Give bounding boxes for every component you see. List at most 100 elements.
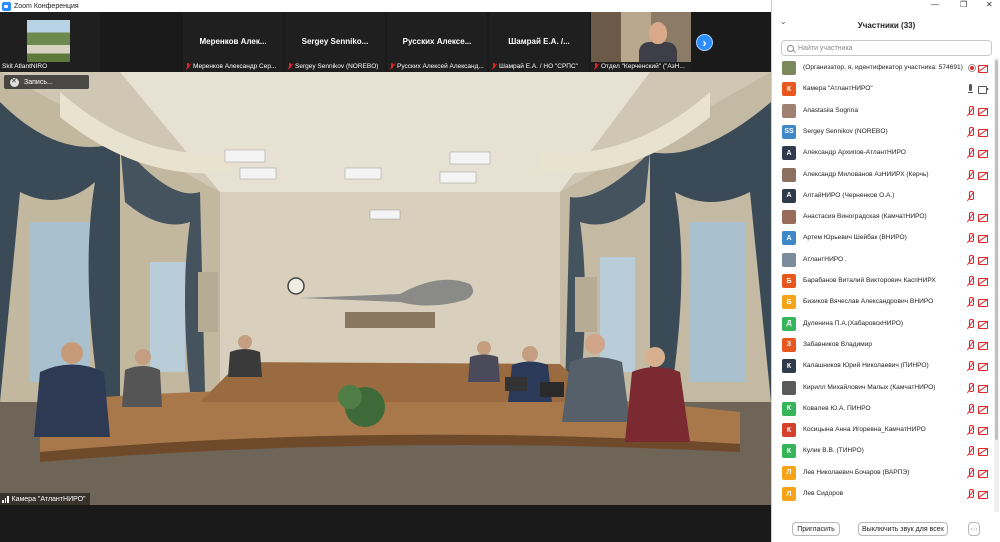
participant-row[interactable]: Anastasiia Sogrina [772, 101, 992, 122]
participant-row[interactable]: К Косицына Анна Игоревна_КамчатНИРО [772, 420, 992, 441]
window-titlebar: Zoom Конференция [0, 0, 771, 12]
video-tile[interactable]: Русских Алексе... Русских Алексей Алекса… [387, 12, 487, 72]
participant-video-thumbnail [591, 12, 691, 62]
mic-muted-icon [965, 297, 976, 307]
participant-name: (Организатор, я, идентификатор участника… [803, 64, 963, 71]
video-off-icon [978, 319, 989, 329]
video-tile[interactable]: Отдел "Керченский" ("АзН... [591, 12, 691, 72]
mic-muted-icon [965, 233, 976, 243]
participant-avatar [782, 103, 796, 118]
video-tile[interactable]: Меренков Алек... Меренков Александр Сер.… [183, 12, 283, 72]
participant-row[interactable]: А АлтайНИРО (Черненков О.А.) [772, 186, 992, 207]
participant-name: Лев Сидоров [803, 490, 844, 497]
participant-row[interactable]: К Калашников Юрий Николаевич (ПИНРО) [772, 356, 992, 377]
recording-indicator[interactable]: Запись... [4, 75, 89, 89]
participant-row[interactable]: Кирилл Михайлович Малых (КамчатНИРО) [772, 378, 992, 399]
participant-search-input[interactable] [798, 44, 978, 52]
participant-name: Александр Милованов АзНИИРХ (Керчь) [803, 170, 929, 178]
participant-name: Косицына Анна Игоревна_КамчатНИРО [803, 426, 926, 434]
mic-muted-icon [389, 63, 395, 70]
mic-muted-icon [491, 63, 497, 70]
participant-row[interactable]: К Кулик В.В. (ТИНРО) [772, 441, 992, 462]
participant-avatar: Л [782, 465, 796, 480]
video-off-icon [978, 468, 989, 478]
participant-video-thumbnail [27, 20, 70, 62]
participant-row[interactable]: А Александр Архипов-АтлантНИРО [772, 143, 992, 164]
participant-name: АлтайНИРО (Черненков О.А.) [803, 191, 895, 199]
participant-avatar: SS [782, 124, 796, 139]
mic-muted-icon [965, 489, 976, 499]
video-off-icon [978, 255, 989, 265]
video-off-icon [978, 63, 989, 73]
participant-row[interactable]: Александр Милованов АзНИИРХ (Керчь) [772, 165, 992, 186]
participant-avatar [782, 167, 796, 182]
video-tile[interactable]: Шамрай Е.А. /... Шамрай Е.А. / НО "СРПС" [489, 12, 589, 72]
participants-list: (Организатор, я, идентификатор участника… [772, 58, 1000, 512]
video-off-icon [978, 148, 989, 159]
video-off-icon [978, 340, 989, 350]
participant-avatar [782, 252, 796, 267]
participant-search-box[interactable] [781, 40, 992, 56]
video-tile[interactable]: Skit AtlantNIRO [0, 12, 100, 72]
minimize-window-icon[interactable]: — [931, 0, 939, 12]
participant-name: Anastasiia Sogrina [803, 106, 858, 114]
participant-row[interactable]: Д Дуленина П.А.(ХабаровскНИРО) [772, 314, 992, 335]
speaker-name-label: Камера "АтлантНИРО" [0, 493, 90, 505]
participant-row[interactable]: К Камера "АтлантНИРО" [772, 79, 992, 100]
stop-recording-icon[interactable] [10, 77, 19, 87]
participant-name: Анастасия Виноградская (КамчатНИРО) [803, 213, 927, 221]
tile-center-name: Меренков Алек... [199, 37, 267, 46]
mic-muted-icon [965, 425, 976, 435]
participant-row[interactable]: (Организатор, я, идентификатор участника… [772, 58, 992, 79]
next-page-arrow-icon[interactable]: › [696, 34, 713, 51]
video-tile[interactable]: Sergey Senniko... Sergey Sennikov (NOREB… [285, 12, 385, 72]
participant-row[interactable]: Анастасия Виноградская (КамчатНИРО) [772, 207, 992, 228]
tile-name-label: Отдел "Керченский" ("АзН... [601, 63, 685, 70]
video-off-icon [978, 106, 989, 116]
participants-panel: — ❐ ✕ ⌄ Участники (33) (Организатор, я, … [771, 0, 1000, 542]
invite-button[interactable]: Пригласить [792, 522, 840, 536]
participant-name: Кулик В.В. (ТИНРО) [803, 447, 864, 455]
participant-avatar: А [782, 146, 796, 161]
participants-scrollbar[interactable] [994, 58, 999, 512]
participant-name: Sergey Sennikov (NOREBO) [803, 127, 888, 135]
participant-avatar: Д [782, 316, 796, 331]
participant-name: Кирилл Михайлович Малых (КамчатНИРО) [803, 383, 936, 391]
video-off-icon [978, 404, 989, 414]
recording-label: Запись... [24, 78, 53, 86]
participant-row[interactable]: SS Sergey Sennikov (NOREBO) [772, 122, 992, 143]
participant-name: Ковалев Ю.А. ПИНРО [803, 404, 871, 412]
video-off-icon [978, 446, 989, 457]
maximize-window-icon[interactable]: ❐ [960, 0, 967, 12]
participant-avatar [782, 380, 796, 395]
mic-muted-icon [965, 467, 976, 478]
window-title: Zoom Конференция [14, 2, 79, 10]
mute-all-button[interactable]: Выключить звук для всех [858, 522, 948, 536]
conference-room-scene [0, 72, 771, 505]
participant-row[interactable]: Б Бизиков Вячеслав Александрович ВНИРО [772, 292, 992, 313]
zoom-app-icon [2, 1, 11, 11]
participant-row[interactable]: Л Лев Сидоров [772, 484, 992, 505]
participant-avatar [782, 61, 796, 75]
participant-row[interactable]: АтлантНИРО . [772, 250, 992, 271]
close-window-icon[interactable]: ✕ [986, 0, 993, 12]
speaker-name-text: Камера "АтлантНИРО" [11, 495, 86, 503]
video-off-icon [978, 383, 989, 393]
participant-row[interactable]: К Ковалев Ю.А. ПИНРО [772, 399, 992, 420]
mic-muted-icon [965, 446, 976, 456]
participant-row[interactable]: З Забавников Владимир [772, 335, 992, 356]
participant-row[interactable]: А Артем Юрьевич Шейбак (ВНИРО) [772, 228, 992, 249]
tile-center-name: Sergey Senniko... [301, 37, 369, 46]
participant-avatar: З [782, 337, 796, 352]
participant-name: Лев Николаевич Бочаров (ВАРПЭ) [803, 468, 910, 476]
more-options-button[interactable]: ··· [968, 522, 980, 536]
video-off-icon [978, 212, 989, 223]
mic-muted-icon [965, 126, 976, 137]
recording-icon [967, 63, 978, 73]
participant-row[interactable]: Л Лев Николаевич Бочаров (ВАРПЭ) [772, 463, 992, 484]
participant-row[interactable]: Б Барабанов Виталий Викторович КаспНИРХ [772, 271, 992, 292]
tile-name-label: Шамрай Е.А. / НО "СРПС" [499, 63, 578, 70]
scrollbar-thumb[interactable] [995, 60, 998, 440]
mic-muted-icon [593, 63, 599, 70]
mic-muted-icon [965, 212, 976, 222]
